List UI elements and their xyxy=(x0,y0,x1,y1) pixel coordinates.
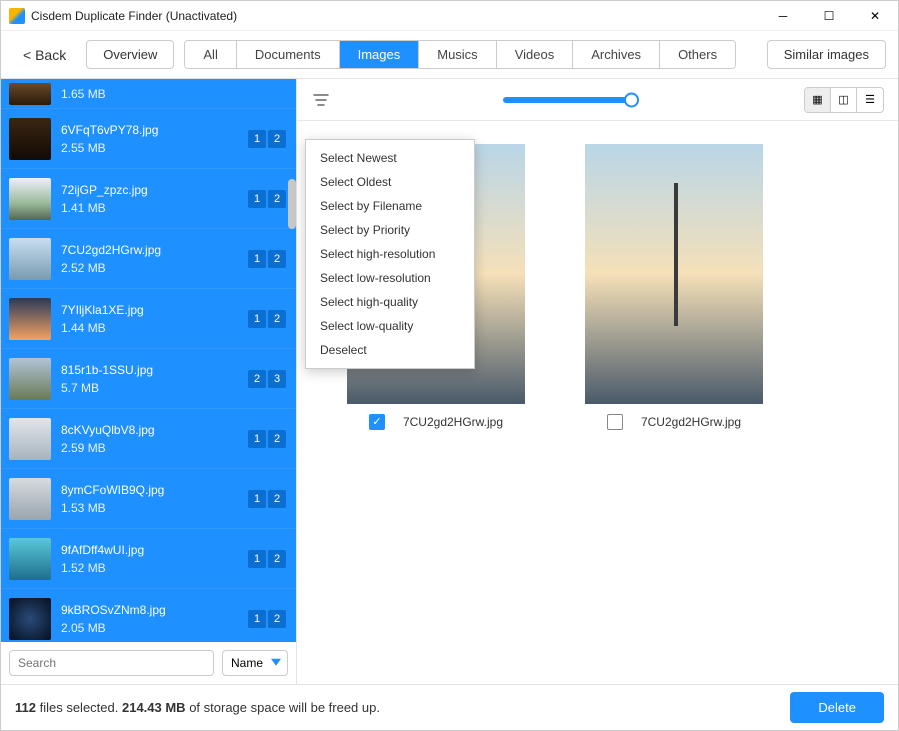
view-mode-group: ▦ ◫ ☰ xyxy=(804,87,884,113)
file-row[interactable]: 9kBROSvZNm8.jpg2.05 MB12 xyxy=(1,589,296,642)
content-toolbar: ▦ ◫ ☰ xyxy=(297,79,898,121)
content-pane: ▦ ◫ ☰ Select NewestSelect OldestSelect b… xyxy=(297,79,898,684)
preview-card: 7CU2gd2HGrw.jpg xyxy=(585,144,763,430)
menu-item-select-by-priority[interactable]: Select by Priority xyxy=(306,218,474,242)
menu-item-select-high-resolution[interactable]: Select high-resolution xyxy=(306,242,474,266)
view-list-icon[interactable]: ☰ xyxy=(857,88,883,112)
duplicate-badge: 2 xyxy=(268,250,286,268)
duplicate-badge: 1 xyxy=(248,430,266,448)
duplicate-badge: 1 xyxy=(248,190,266,208)
tab-images[interactable]: Images xyxy=(340,41,420,68)
status-count: 112 xyxy=(15,700,36,715)
main-area: 1.65 MB 6VFqT6vPY78.jpg2.55 MB1272ijGP_zp… xyxy=(1,79,898,684)
file-row[interactable]: 815r1b-1SSU.jpg5.7 MB23 xyxy=(1,349,296,409)
file-size: 1.65 MB xyxy=(61,87,288,101)
file-row[interactable]: 6VFqT6vPY78.jpg2.55 MB12 xyxy=(1,109,296,169)
zoom-slider-wrap xyxy=(343,97,792,103)
similar-images-button[interactable]: Similar images xyxy=(767,40,886,69)
titlebar: Cisdem Duplicate Finder (Unactivated) ─ … xyxy=(1,1,898,31)
preview-filename: 7CU2gd2HGrw.jpg xyxy=(403,415,503,429)
sort-select[interactable]: Name xyxy=(222,650,288,676)
preview-filename: 7CU2gd2HGrw.jpg xyxy=(641,415,741,429)
status-size: 214.43 MB xyxy=(122,700,186,715)
preview-image[interactable] xyxy=(585,144,763,404)
view-grid-icon[interactable]: ▦ xyxy=(805,88,831,112)
duplicate-badge: 2 xyxy=(268,550,286,568)
status-text: 112 files selected. 214.43 MB of storage… xyxy=(15,700,380,715)
search-row: Name xyxy=(1,642,296,684)
sort-label: Name xyxy=(231,656,263,670)
file-row[interactable]: 8cKVyuQlbV8.jpg2.59 MB12 xyxy=(1,409,296,469)
menu-item-select-low-quality[interactable]: Select low-quality xyxy=(306,314,474,338)
filter-menu-icon[interactable] xyxy=(311,90,331,110)
duplicate-badge: 2 xyxy=(268,310,286,328)
duplicate-badge: 3 xyxy=(268,370,286,388)
status-bar: 112 files selected. 214.43 MB of storage… xyxy=(1,684,898,730)
window-title: Cisdem Duplicate Finder (Unactivated) xyxy=(31,9,760,23)
app-icon xyxy=(9,8,25,24)
duplicate-badge: 1 xyxy=(248,310,266,328)
preview-checkbox[interactable] xyxy=(369,414,385,430)
file-thumbnail xyxy=(9,598,51,640)
duplicate-badge: 2 xyxy=(268,430,286,448)
file-row[interactable]: 9fAfDff4wUI.jpg1.52 MB12 xyxy=(1,529,296,589)
toolbar: < Back Overview AllDocumentsImagesMusics… xyxy=(1,31,898,79)
preview-checkbox[interactable] xyxy=(607,414,623,430)
file-thumbnail xyxy=(9,298,51,340)
duplicate-badge: 1 xyxy=(248,250,266,268)
file-row[interactable]: 8ymCFoWIB9Q.jpg1.53 MB12 xyxy=(1,469,296,529)
duplicate-badge: 2 xyxy=(268,490,286,508)
file-thumbnail xyxy=(9,178,51,220)
file-thumbnail xyxy=(9,538,51,580)
minimize-button[interactable]: ─ xyxy=(760,1,806,31)
window-controls: ─ ☐ ✕ xyxy=(760,1,898,31)
back-button[interactable]: < Back xyxy=(13,41,76,69)
tab-archives[interactable]: Archives xyxy=(573,41,660,68)
preview-area: Select NewestSelect OldestSelect by File… xyxy=(297,121,898,684)
file-row[interactable]: 72ijGP_zpzc.jpg1.41 MB12 xyxy=(1,169,296,229)
view-compare-icon[interactable]: ◫ xyxy=(831,88,857,112)
selection-context-menu: Select NewestSelect OldestSelect by File… xyxy=(305,139,475,369)
category-tabs: AllDocumentsImagesMusicsVideosArchivesOt… xyxy=(184,40,736,69)
file-row[interactable]: 7CU2gd2HGrw.jpg2.52 MB12 xyxy=(1,229,296,289)
duplicate-badge: 1 xyxy=(248,610,266,628)
duplicate-badge: 2 xyxy=(248,370,266,388)
file-thumbnail xyxy=(9,358,51,400)
tab-documents[interactable]: Documents xyxy=(237,41,340,68)
tab-musics[interactable]: Musics xyxy=(419,41,496,68)
menu-item-deselect[interactable]: Deselect xyxy=(306,338,474,362)
menu-item-select-newest[interactable]: Select Newest xyxy=(306,146,474,170)
file-thumbnail xyxy=(9,118,51,160)
tab-videos[interactable]: Videos xyxy=(497,41,574,68)
zoom-slider[interactable] xyxy=(503,97,633,103)
file-thumbnail xyxy=(9,83,51,105)
duplicate-badge: 2 xyxy=(268,190,286,208)
file-thumbnail xyxy=(9,418,51,460)
file-list[interactable]: 1.65 MB 6VFqT6vPY78.jpg2.55 MB1272ijGP_zp… xyxy=(1,79,296,642)
duplicate-badge: 2 xyxy=(268,130,286,148)
menu-item-select-high-quality[interactable]: Select high-quality xyxy=(306,290,474,314)
zoom-slider-handle[interactable] xyxy=(624,92,639,107)
menu-item-select-low-resolution[interactable]: Select low-resolution xyxy=(306,266,474,290)
maximize-button[interactable]: ☐ xyxy=(806,1,852,31)
sidebar: 1.65 MB 6VFqT6vPY78.jpg2.55 MB1272ijGP_zp… xyxy=(1,79,297,684)
file-thumbnail xyxy=(9,238,51,280)
search-input[interactable] xyxy=(9,650,214,676)
file-row[interactable]: 1.65 MB xyxy=(1,79,296,109)
tab-all[interactable]: All xyxy=(185,41,236,68)
tab-others[interactable]: Others xyxy=(660,41,735,68)
menu-item-select-by-filename[interactable]: Select by Filename xyxy=(306,194,474,218)
close-button[interactable]: ✕ xyxy=(852,1,898,31)
duplicate-badge: 2 xyxy=(268,610,286,628)
file-row[interactable]: 7YIljKla1XE.jpg1.44 MB12 xyxy=(1,289,296,349)
delete-button[interactable]: Delete xyxy=(790,692,884,723)
scrollbar-thumb[interactable] xyxy=(288,179,296,229)
file-thumbnail xyxy=(9,478,51,520)
duplicate-badge: 1 xyxy=(248,130,266,148)
menu-item-select-oldest[interactable]: Select Oldest xyxy=(306,170,474,194)
overview-button[interactable]: Overview xyxy=(86,40,174,69)
duplicate-badge: 1 xyxy=(248,550,266,568)
duplicate-badge: 1 xyxy=(248,490,266,508)
